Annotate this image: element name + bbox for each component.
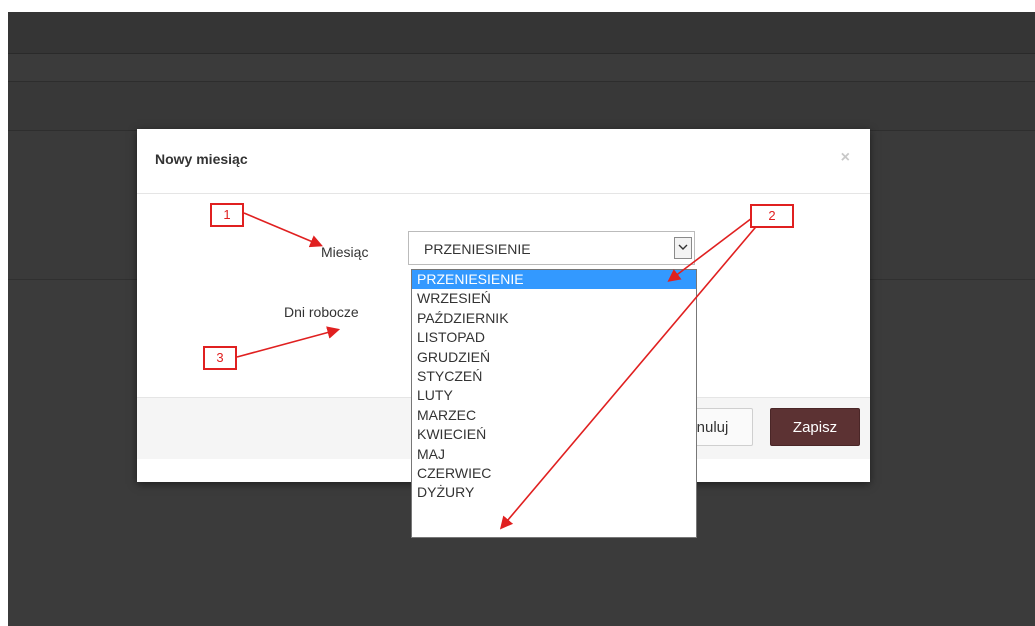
month-option[interactable]: MAJ [412,445,696,464]
month-option[interactable]: DYŻURY [412,483,696,502]
month-option[interactable]: LUTY [412,386,696,405]
save-button[interactable]: Zapisz [770,408,860,446]
work-days-label: Dni robocze [284,304,359,320]
annotation-callout-3: 3 [203,346,237,370]
month-option[interactable]: PRZENIESIENIE [412,270,696,290]
month-option[interactable]: WRZESIEŃ [412,289,696,308]
month-option[interactable]: CZERWIEC [412,464,696,483]
month-option[interactable]: PAŹDZIERNIK [412,309,696,328]
sub-navbar [8,54,1035,82]
month-select[interactable]: PRZENIESIENIE [408,231,695,265]
modal-header: Nowy miesiąc × [137,129,870,194]
month-option[interactable]: STYCZEŃ [412,367,696,386]
month-dropdown-list[interactable]: PRZENIESIENIE WRZESIEŃ PAŹDZIERNIK LISTO… [411,269,697,538]
modal-title: Nowy miesiąc [155,151,248,167]
annotation-callout-1: 1 [210,203,244,227]
month-select-value: PRZENIESIENIE [424,241,531,257]
month-option[interactable]: MARZEC [412,406,696,425]
close-icon[interactable]: × [841,149,850,167]
annotation-callout-2: 2 [750,204,794,228]
month-option[interactable]: KWIECIEŃ [412,425,696,444]
month-option[interactable]: GRUDZIEŃ [412,348,696,367]
toolbar-band [8,82,1035,131]
chevron-down-icon[interactable] [674,237,692,259]
month-option[interactable]: LISTOPAD [412,328,696,347]
month-label: Miesiąc [321,244,369,260]
top-navbar [8,12,1035,54]
